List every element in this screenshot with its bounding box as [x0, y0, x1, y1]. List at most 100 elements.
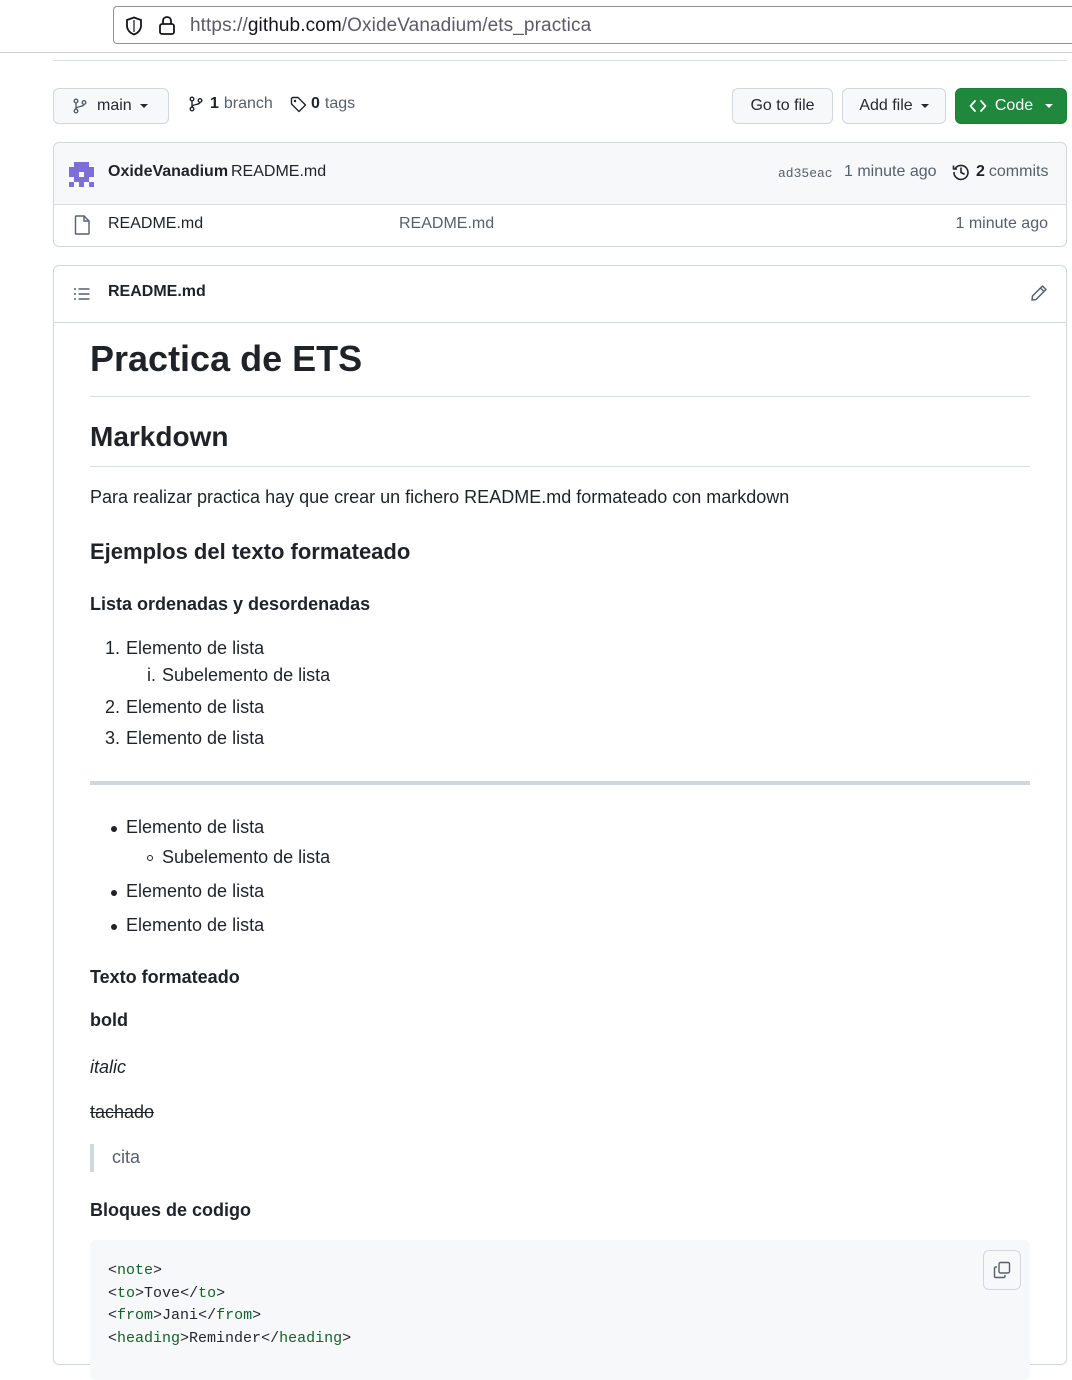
code-line: <heading>Reminder</heading>: [108, 1329, 352, 1347]
branches-link[interactable]: 1 branch: [188, 95, 273, 113]
chevron-down-icon: [139, 104, 148, 108]
code-tag: to: [198, 1284, 217, 1302]
list-marker: 2.: [104, 697, 120, 717]
code-tag: note: [117, 1262, 154, 1279]
code-tag: heading: [279, 1329, 343, 1347]
branch-select-button[interactable]: main: [53, 88, 169, 124]
commit-time: 1 minute ago: [844, 163, 937, 180]
lock-icon[interactable]: [158, 15, 176, 36]
address-bar[interactable]: https://github.com/OxideVanadium/ets_pra…: [113, 6, 1072, 44]
ordered-sublist-item: Subelemento de lista: [162, 665, 331, 685]
code-block: <note> <to>Tove</to> <from>Jani</from> <hea…: [90, 1240, 1030, 1380]
chevron-down-icon: [1045, 104, 1054, 108]
bullet-icon: [111, 826, 117, 832]
url-path: /OxideVanadium/ets_practica: [341, 15, 592, 36]
list-marker: i.: [147, 665, 156, 685]
tags-link[interactable]: 0 tags: [290, 95, 355, 113]
ordered-list-item: Elemento de lista: [126, 638, 265, 658]
add-file-button[interactable]: Add file: [842, 88, 946, 124]
latest-commit-row: OxideVanadium README.md ad35eac 1 minute…: [54, 143, 1066, 205]
commit-count: 2: [976, 163, 985, 180]
pencil-icon[interactable]: [1030, 284, 1048, 302]
unordered-list-item: Elemento de lista: [126, 915, 265, 935]
code-tag: heading: [117, 1329, 181, 1347]
circle-bullet-icon: [147, 855, 153, 861]
add-file-label: Add file: [859, 97, 913, 114]
url-text[interactable]: https://github.com/OxideVanadium/ets_pra…: [190, 15, 591, 37]
file-icon: [74, 215, 90, 235]
code-tag: to: [117, 1284, 136, 1302]
header-divider: [53, 60, 1067, 61]
file-browser: OxideVanadium README.md ad35eac 1 minute…: [53, 142, 1067, 247]
commits-history-link[interactable]: 2 commits: [952, 163, 1048, 181]
list-marker: 3.: [104, 728, 120, 748]
browser-toolbar: https://github.com/OxideVanadium/ets_pra…: [0, 0, 1072, 53]
list-unordered-icon[interactable]: [73, 286, 91, 302]
url-scheme: https://: [190, 15, 248, 36]
ordered-list-item: Elemento de lista: [126, 728, 265, 748]
code-icon: [969, 100, 987, 112]
code-button[interactable]: Code: [955, 88, 1067, 124]
commit-word: commits: [988, 163, 1049, 180]
tag-icon: [290, 96, 307, 112]
branch-name: main: [97, 97, 132, 114]
chevron-down-icon: [920, 104, 929, 108]
copy-icon: [993, 1261, 1011, 1279]
file-name-link[interactable]: README.md: [108, 215, 203, 233]
heading-4-code: Bloques de codigo: [90, 1200, 252, 1220]
unordered-list-item: Elemento de lista: [126, 881, 265, 901]
ordered-list-item: Elemento de lista: [126, 697, 265, 717]
list-marker: 1.: [104, 638, 120, 658]
blockquote-bar: [90, 1144, 94, 1172]
bullet-icon: [111, 924, 117, 930]
strikethrough-text: tachado: [90, 1102, 155, 1122]
blockquote-text: cita: [112, 1147, 141, 1167]
tag-count: 0: [311, 95, 320, 112]
commit-message-link[interactable]: README.md: [231, 163, 326, 181]
url-host: github.com: [247, 15, 342, 36]
git-branch-icon: [189, 96, 203, 112]
code-text: Jani: [162, 1307, 199, 1324]
bullet-icon: [111, 890, 117, 896]
shield-icon[interactable]: [124, 16, 144, 36]
copy-code-button[interactable]: [983, 1250, 1021, 1290]
heading-2: Markdown: [90, 421, 229, 452]
commit-sha-link[interactable]: ad35eac: [778, 166, 833, 181]
file-row[interactable]: README.md README.md 1 minute ago: [54, 204, 1066, 246]
paragraph: Para realizar practica hay que crear un …: [90, 487, 790, 507]
heading-4-format: Texto formateado: [90, 967, 240, 987]
code-label: Code: [994, 97, 1034, 114]
history-icon: [952, 164, 969, 181]
git-branch-icon: [73, 98, 87, 114]
code-lines: <note> <to>Tove</to> <from>Jani</from> <hea…: [108, 1260, 351, 1350]
readme-header: README.md: [54, 266, 1066, 323]
heading-divider: [90, 466, 1030, 467]
file-time: 1 minute ago: [955, 215, 1048, 232]
avatar[interactable]: [69, 162, 94, 187]
branch-count: 1: [210, 95, 219, 112]
unordered-list-item: Elemento de lista: [126, 817, 265, 837]
unordered-sublist-item: Subelemento de lista: [162, 847, 331, 867]
code-tag: from: [216, 1307, 253, 1324]
heading-4-lists: Lista ordenadas y desordenadas: [90, 594, 371, 614]
bold-text: bold: [90, 1010, 128, 1030]
italic-text: italic: [90, 1057, 127, 1077]
heading-divider: [90, 396, 1030, 397]
readme-panel: README.md Practica de ETS Markdown Para …: [53, 265, 1067, 1380]
commit-author-link[interactable]: OxideVanadium: [108, 163, 228, 181]
go-to-file-button[interactable]: Go to file: [732, 88, 833, 124]
horizontal-rule: [90, 781, 1030, 785]
heading-1: Practica de ETS: [90, 338, 363, 379]
file-commit-message-link[interactable]: README.md: [399, 215, 494, 233]
branch-word: branch: [223, 95, 273, 112]
code-text: Reminder: [189, 1329, 262, 1347]
go-to-file-label: Go to file: [750, 97, 815, 114]
code-line: <from>Jani</from>: [108, 1307, 262, 1324]
heading-3: Ejemplos del texto formateado: [90, 539, 411, 564]
code-tag: from: [117, 1307, 154, 1324]
code-line: <to>Tove</to>: [108, 1284, 226, 1302]
code-line: <note>: [108, 1262, 163, 1279]
readme-title-link[interactable]: README.md: [108, 283, 206, 301]
code-text: Tove: [144, 1284, 181, 1302]
tag-word: tags: [324, 95, 356, 112]
